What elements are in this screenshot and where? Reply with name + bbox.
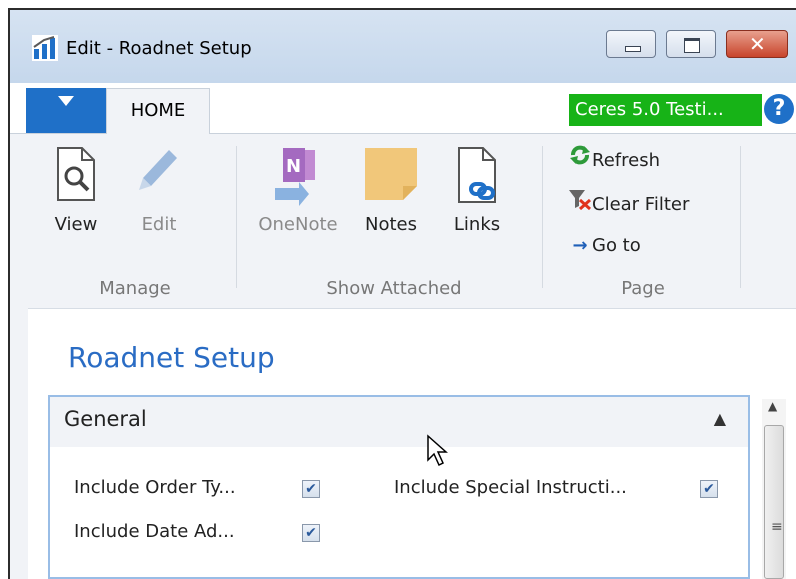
ribbon-separator [236,146,237,288]
app-icon [32,35,58,61]
edit-pencil-icon [139,150,177,190]
refresh-button[interactable]: Refresh [568,144,660,172]
include-order-type-checkbox[interactable]: ✔ [302,480,320,498]
mouse-cursor-icon [427,434,448,467]
window-title: Edit - Roadnet Setup [66,38,252,59]
links-icon [458,147,496,203]
onenote-button[interactable]: N OneNote [250,134,346,274]
tab-home[interactable]: HOME [106,88,210,134]
ribbon-separator [542,146,543,288]
maximize-icon [684,38,700,53]
vertical-scrollbar[interactable]: ▲ ≡ [762,399,786,579]
application-menu-button[interactable] [26,88,106,133]
notes-button[interactable]: Notes [346,134,436,274]
go-to-label: Go to [592,235,641,256]
links-button[interactable]: Links [440,134,514,274]
help-icon[interactable]: ? [764,94,794,124]
edit-label: Edit [141,214,177,235]
dropdown-arrow-icon [58,96,74,106]
refresh-label: Refresh [592,150,660,171]
onenote-label: OneNote [258,214,338,235]
minimize-button[interactable] [606,30,656,58]
clear-filter-button[interactable]: Clear Filter [568,188,689,216]
close-button[interactable]: ✕ [726,30,788,58]
onenote-icon: N [275,148,315,206]
general-fasttab-header[interactable]: General ▲ [50,397,748,447]
company-badge[interactable]: Ceres 5.0 Testi... [569,94,762,126]
include-date-added-label: Include Date Ad... [74,521,235,542]
clear-filter-label: Clear Filter [592,194,690,215]
include-special-instructions-checkbox[interactable]: ✔ [700,480,718,498]
notes-icon [365,148,417,200]
links-label: Links [453,214,501,235]
general-fasttab: General ▲ Include Order Ty... ✔ Include … [48,395,750,579]
edit-button[interactable]: Edit [126,134,192,274]
clear-filter-icon [568,188,592,219]
page-group-label: Page [621,278,665,299]
tab-row: HOME Ceres 5.0 Testi... ? [10,83,796,134]
include-special-instructions-label: Include Special Instructi... [394,477,627,498]
view-button[interactable]: View [46,134,106,274]
scroll-up-icon[interactable]: ▲ [768,399,777,413]
general-fasttab-title: General [64,407,147,431]
include-date-added-checkbox[interactable]: ✔ [302,524,320,542]
view-label: View [54,214,98,235]
notes-label: Notes [365,214,417,235]
go-to-button[interactable]: → Go to [568,232,641,260]
arrow-right-icon: → [572,235,588,256]
show-attached-group-label: Show Attached [326,278,462,299]
svg-text:N: N [286,156,301,177]
chevron-up-icon[interactable]: ▲ [714,409,726,428]
title-bar[interactable]: Edit - Roadnet Setup ✕ [10,10,796,83]
maximize-button[interactable] [666,30,716,58]
refresh-icon [568,144,592,175]
minimize-icon [625,46,641,52]
ribbon-separator [740,146,741,288]
grip-icon: ≡ [771,519,783,535]
include-order-type-label: Include Order Ty... [74,477,236,498]
app-window: Edit - Roadnet Setup ✕ HOME Ceres 5.0 Te… [8,8,796,579]
view-icon [57,147,95,201]
page-content: Roadnet Setup General ▲ Include Order Ty… [28,309,796,579]
scroll-thumb[interactable]: ≡ [764,425,784,579]
ribbon: View Edit Manage N OneNote Notes Links S… [28,134,796,309]
close-icon: ✕ [749,32,766,56]
manage-group-label: Manage [99,278,171,299]
page-title: Roadnet Setup [68,341,275,374]
